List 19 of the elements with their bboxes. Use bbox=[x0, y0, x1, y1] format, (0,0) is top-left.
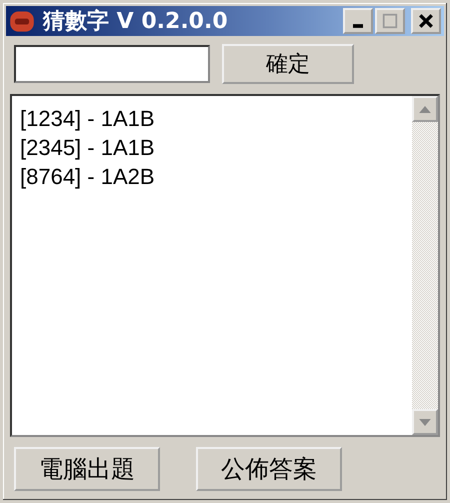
down-arrow-icon bbox=[419, 418, 431, 426]
up-arrow-icon bbox=[419, 106, 431, 112]
input-field[interactable] bbox=[14, 45, 210, 83]
app-icon bbox=[9, 9, 35, 33]
scrollbar[interactable] bbox=[412, 96, 438, 435]
close-button[interactable] bbox=[411, 8, 441, 34]
confirm-button[interactable]: 確定 bbox=[222, 44, 354, 84]
scroll-up-button[interactable] bbox=[412, 96, 438, 122]
scroll-down-button[interactable] bbox=[412, 409, 438, 435]
close-icon bbox=[418, 13, 434, 29]
action-button[interactable]: 公佈答案 bbox=[196, 447, 342, 491]
minimize-icon bbox=[353, 24, 363, 28]
list-item[interactable]: [1234] - 1A1B bbox=[20, 104, 404, 133]
list-item[interactable]: [8764] - 1A2B bbox=[20, 162, 404, 191]
action-button[interactable]: 電腦出題 bbox=[14, 447, 160, 491]
list-item[interactable]: [2345] - 1A1B bbox=[20, 133, 404, 162]
minimize-button[interactable] bbox=[343, 8, 373, 34]
window-title: 猜數字 V 0.2.0.0 bbox=[43, 8, 229, 36]
maximize-icon bbox=[382, 13, 398, 29]
